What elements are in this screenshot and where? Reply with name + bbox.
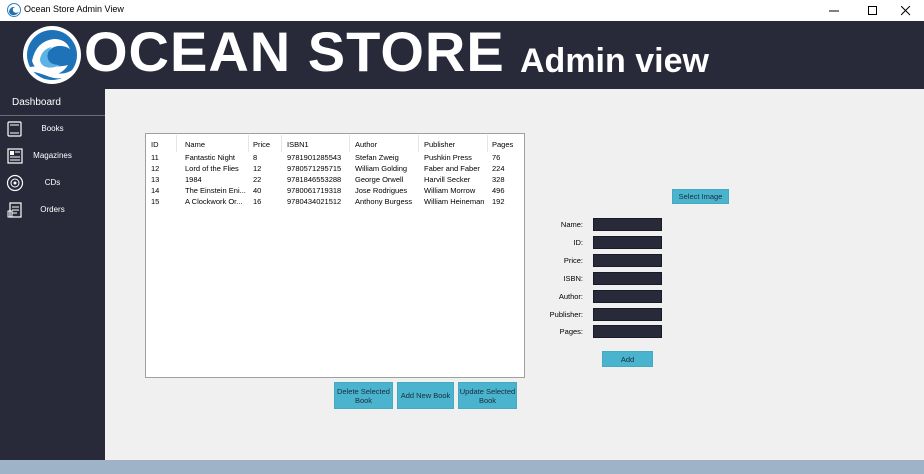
- column-header-pages[interactable]: Pages: [492, 140, 513, 149]
- author-field[interactable]: [593, 290, 662, 303]
- column-header-author[interactable]: Author: [355, 140, 377, 149]
- cell-publisher: Harvill Secker: [424, 175, 471, 184]
- cell-name: The Einstein Eni...: [185, 186, 246, 195]
- name-field[interactable]: [593, 218, 662, 231]
- cell-name: 1984: [185, 175, 202, 184]
- isbn-label: ISBN:: [563, 274, 583, 283]
- id-label: ID:: [573, 238, 583, 247]
- cell-id: 11: [151, 153, 159, 162]
- publisher-label: Publisher:: [549, 310, 583, 319]
- delete-selected-book-button[interactable]: Delete Selected Book: [334, 382, 393, 409]
- table-header: ID Name Price ISBN1 Author Publisher Pag…: [146, 134, 524, 152]
- maximize-button[interactable]: [855, 0, 891, 21]
- cell-name: A Clockwork Or...: [185, 197, 243, 206]
- cell-pages: 328: [492, 175, 505, 184]
- cell-pages: 224: [492, 164, 505, 173]
- cell-author: Stefan Zweig: [355, 153, 399, 162]
- cell-author: Anthony Burgess: [355, 197, 413, 206]
- cell-id: 12: [151, 164, 160, 173]
- cell-price: 16: [253, 197, 262, 206]
- cell-id: 13: [151, 175, 160, 184]
- column-header-name[interactable]: Name: [185, 140, 205, 149]
- column-header-id[interactable]: ID: [151, 140, 159, 149]
- cell-isbn: 9780061719318: [287, 186, 342, 195]
- window-title: Ocean Store Admin View: [24, 4, 124, 14]
- add-new-book-button[interactable]: Add New Book: [397, 382, 454, 409]
- brand-title: OCEAN STORE: [84, 20, 505, 83]
- publisher-field[interactable]: [593, 308, 662, 321]
- cell-author: Jose Rodrigues: [355, 186, 408, 195]
- sidebar-item-label: Books: [41, 124, 64, 133]
- cell-isbn: 9781846553288: [287, 175, 342, 184]
- cell-author: George Orwell: [355, 175, 404, 184]
- add-button[interactable]: Add: [602, 351, 653, 367]
- cell-isbn: 9781901285543: [287, 153, 342, 162]
- select-image-button[interactable]: Select Image: [672, 189, 729, 204]
- cell-pages: 76: [492, 153, 501, 162]
- sidebar-item-label: Orders: [40, 205, 65, 214]
- cell-pages: 496: [492, 186, 505, 195]
- cell-id: 14: [151, 186, 160, 195]
- cell-publisher: William Morrow: [424, 186, 476, 195]
- app-icon: [7, 3, 21, 17]
- cell-publisher: William Heineman: [424, 197, 485, 206]
- ocean-logo-icon: [23, 26, 81, 84]
- cell-publisher: Pushkin Press: [424, 153, 472, 162]
- books-table[interactable]: ID Name Price ISBN1 Author Publisher Pag…: [145, 133, 525, 378]
- dashboard-label: Dashboard: [12, 97, 61, 108]
- minimize-icon: [829, 10, 839, 12]
- price-field[interactable]: [593, 254, 662, 267]
- pages-label: Pages:: [559, 327, 583, 336]
- cell-price: 22: [253, 175, 262, 184]
- column-header-isbn[interactable]: ISBN1: [287, 140, 309, 149]
- cell-id: 15: [151, 197, 160, 206]
- minimize-button[interactable]: [816, 0, 852, 21]
- cell-price: 12: [253, 164, 262, 173]
- maximize-icon: [868, 6, 877, 15]
- cell-pages: 192: [492, 197, 505, 206]
- cell-name: Lord of the Flies: [185, 164, 239, 173]
- close-button[interactable]: [888, 0, 924, 21]
- column-header-price[interactable]: Price: [253, 140, 270, 149]
- cell-price: 8: [253, 153, 258, 162]
- sidebar: Dashboard Books Magazines CDs Orders: [0, 89, 105, 460]
- cell-publisher: Faber and Faber: [424, 164, 480, 173]
- cell-price: 40: [253, 186, 262, 195]
- pages-field[interactable]: [593, 325, 662, 338]
- sidebar-item-magazines[interactable]: Magazines: [0, 144, 105, 170]
- header-banner: OCEAN STORE Admin view: [0, 20, 924, 89]
- table-row[interactable]: 11 Fantastic Night 8 9781901285543 Stefa…: [146, 153, 524, 164]
- sidebar-dashboard[interactable]: Dashboard: [0, 89, 105, 116]
- price-label: Price:: [563, 256, 583, 265]
- brand-subtitle: Admin view: [520, 42, 709, 80]
- update-selected-book-button[interactable]: Update Selected Book: [458, 382, 517, 409]
- cell-isbn: 9780571295715: [287, 164, 342, 173]
- column-header-publisher[interactable]: Publisher: [424, 140, 455, 149]
- window-title-bar: Ocean Store Admin View: [0, 0, 924, 21]
- close-icon: [901, 6, 911, 16]
- table-row[interactable]: 15 A Clockwork Or... 16 9780434021512 An…: [146, 197, 524, 208]
- sidebar-item-books[interactable]: Books: [0, 117, 105, 143]
- cell-author: William Golding: [355, 164, 408, 173]
- sidebar-item-label: Magazines: [33, 151, 72, 160]
- id-field[interactable]: [593, 236, 662, 249]
- table-row[interactable]: 14 The Einstein Eni... 40 9780061719318 …: [146, 186, 524, 197]
- cell-name: Fantastic Night: [185, 153, 236, 162]
- table-row[interactable]: 13 1984 22 9781846553288 George Orwell H…: [146, 175, 524, 186]
- table-row[interactable]: 12 Lord of the Flies 12 9780571295715 Wi…: [146, 164, 524, 175]
- cell-isbn: 9780434021512: [287, 197, 342, 206]
- sidebar-item-cds[interactable]: CDs: [0, 171, 105, 197]
- isbn-field[interactable]: [593, 272, 662, 285]
- sidebar-item-orders[interactable]: Orders: [0, 198, 105, 224]
- author-label: Author:: [558, 292, 583, 301]
- bottom-bar: [0, 460, 924, 474]
- name-label: Name:: [560, 220, 583, 229]
- sidebar-item-label: CDs: [44, 178, 61, 187]
